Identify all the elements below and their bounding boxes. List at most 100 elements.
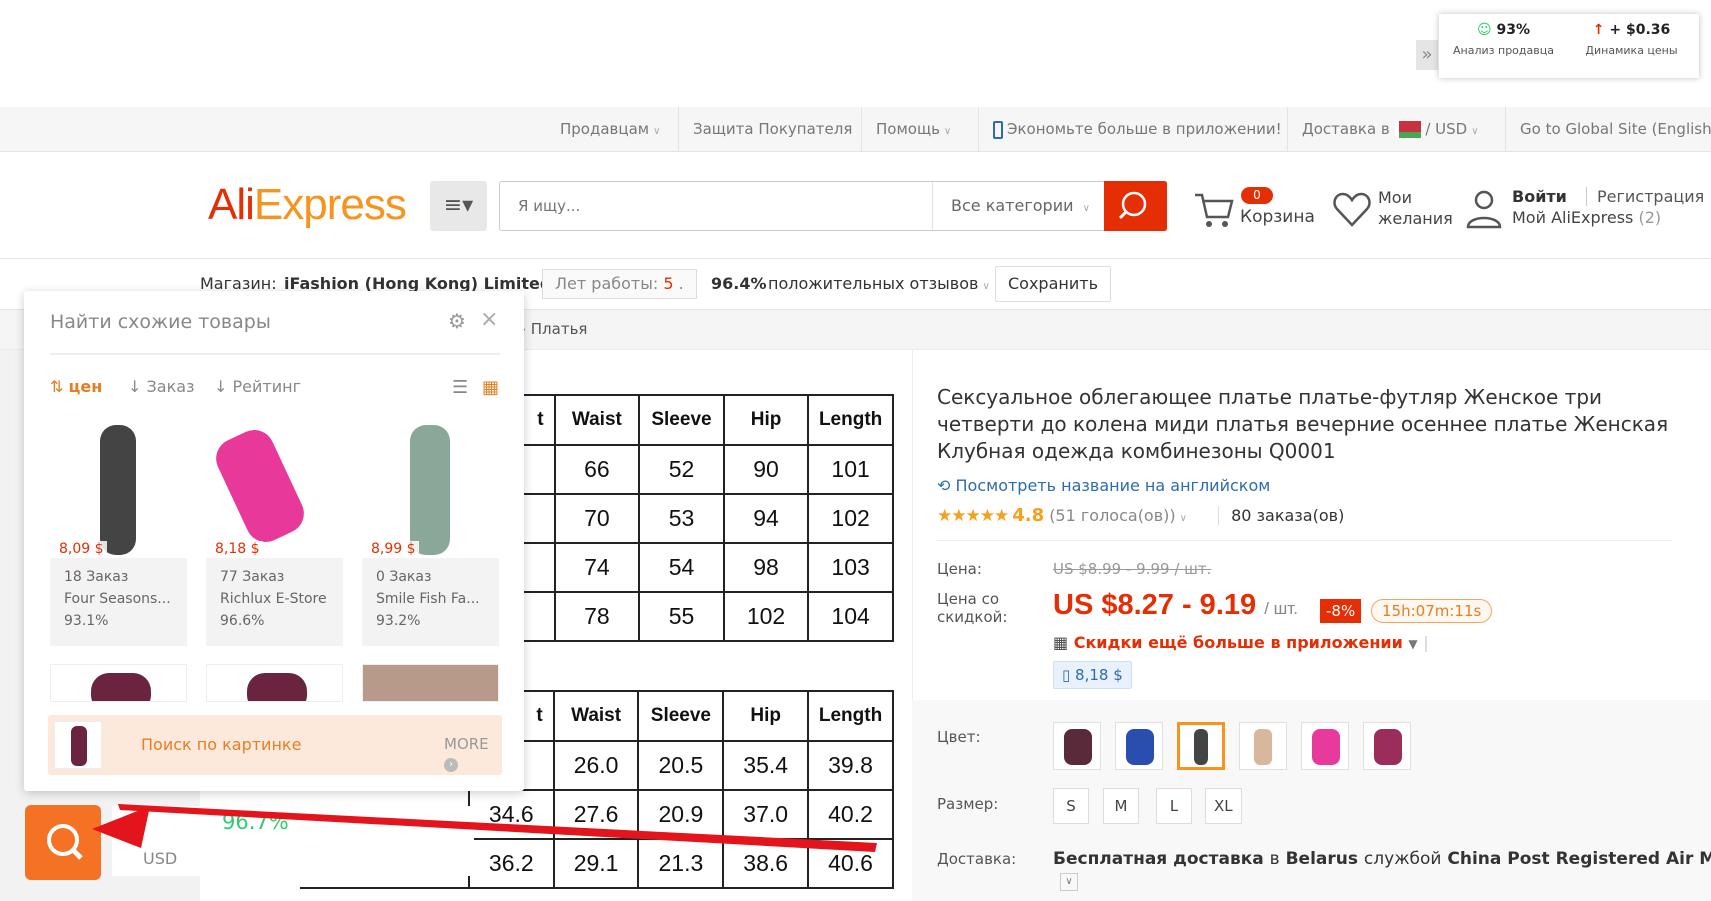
sort-by-orders[interactable]: ↓ Заказ [128,377,195,396]
category-select[interactable]: Все категории ∨ [932,182,1107,230]
table-cell: 90 [722,444,810,495]
shipping-service[interactable]: China Post Registered Air Mail [1447,849,1711,869]
cart-label: Корзина [1240,207,1315,227]
arrow-down-icon: ↓ [128,377,142,396]
countdown-timer: 15h:07m:11s [1371,599,1493,623]
top-nav: Продавцам ∨ Защита Покупателя Помощь ∨ Эко… [0,107,1711,152]
size-option-s[interactable]: S [1053,788,1089,824]
price-dynamics[interactable]: ↑ + $0.36 Динамика цены [1569,22,1694,57]
order-count: 80 заказа(ов) [1218,506,1345,525]
search-input[interactable] [500,182,930,230]
shipping-by: службой [1363,849,1442,869]
discount-price-value: US $8.27 - 9.19 [1053,589,1257,621]
table-cell: 36.2 [467,838,555,889]
rating-row: ★★★★★ 4.8 (51 голоса(ов)) ∨ 80 заказа(ов) [937,505,1345,526]
table-cell: 52 [638,444,725,495]
save-store-button[interactable]: Сохранить [995,266,1111,302]
breadcrumb-item[interactable]: › Платья [520,320,587,338]
similar-item[interactable]: 8,99 $ 0 Заказ Smile Fish Fa... 93.2% [362,421,499,646]
similar-item[interactable]: 8,18 $ 77 Заказ Richlux E-Store 96.6% [206,421,343,646]
table-cell: 27.6 [552,789,640,840]
size-option-xl[interactable]: XL [1205,788,1242,824]
nav-app[interactable]: Экономьте больше в приложении! [978,107,1282,152]
image-search-bar[interactable]: Поиск по картинке MORE › [48,715,502,775]
product-image [206,421,343,558]
nav-buyer-protection[interactable]: Защита Покупателя [678,107,852,152]
similar-search-fab[interactable] [25,805,101,880]
categories-menu-button[interactable]: ≡▾ [430,181,487,231]
gear-icon[interactable]: ⚙ [448,309,466,333]
size-option-l[interactable]: L [1156,788,1192,824]
nav-protection-label: Защита Покупателя [693,120,853,138]
rating-votes[interactable]: (51 голоса(ов)) [1049,506,1175,525]
seller-analysis[interactable]: ☺ 93% Анализ продавца [1441,22,1566,57]
my-aliexpress-link[interactable]: Мой AliExpress (2) [1512,208,1661,227]
chevron-down-icon: ∨ [1471,126,1479,137]
rating-stars: ★★★★★ [937,506,1009,526]
cart[interactable]: 0 Корзина [1192,185,1322,233]
caret-down-icon: ▼ [1408,637,1418,651]
nav-sellers[interactable]: Продавцам ∨ [546,107,660,152]
search-button[interactable] [1104,181,1167,231]
chevron-down-icon: ∨ [943,126,952,137]
store-years-value: 5 [663,274,674,293]
user-icon [1466,190,1502,229]
sort-by-rating[interactable]: ↓ Рейтинг [214,377,301,396]
sort-by-price[interactable]: ⇅ цен [50,377,102,396]
table-cell: 40.2 [807,789,894,840]
nav-sellers-label: Продавцам [560,120,650,138]
aliexpress-logo[interactable]: AliExpress [208,180,407,230]
shipping-label: Доставка: [937,850,1017,868]
app-promo-link[interactable]: ▦ Скидки ещё больше в приложении ▼ | [1053,633,1429,652]
grid-view-icon[interactable]: ▦ [482,377,499,398]
store-feedback-pct: 96.4% [711,274,767,293]
item-rating: 93.1% [64,613,109,629]
table-cell: 54 [638,542,725,593]
discount-badge: -8% [1320,599,1362,623]
seller-analysis-value: 93% [1496,22,1530,38]
size-option-m[interactable]: M [1103,788,1139,824]
size-header: Sleeve [638,394,725,446]
product-image [362,421,499,558]
nav-delivery[interactable]: Доставка в / USD ∨ [1287,107,1479,152]
size-header: Waist [552,690,640,742]
table-cell: 21.3 [637,838,725,889]
chevron-down-icon: ∨ [1179,513,1187,524]
similar-item[interactable] [206,664,343,702]
shipping-expand-button[interactable]: ∨ [1060,873,1078,891]
table-cell: 20.5 [637,740,725,791]
list-view-icon[interactable]: ☰ [452,377,468,398]
english-title-link[interactable]: ⟲ Посмотреть название на английском [937,476,1270,495]
login-link[interactable]: Войти [1512,187,1567,206]
shipping-in: в [1269,849,1280,869]
close-icon[interactable]: × [480,307,498,332]
nav-app-label: Экономьте больше в приложении! [1007,120,1282,138]
chevron-down-icon: ∨ [1065,876,1073,887]
color-swatch[interactable] [1115,722,1163,770]
shipping-country[interactable]: Belarus [1286,849,1358,869]
color-swatch[interactable] [1053,722,1101,770]
color-swatch-selected[interactable] [1177,722,1225,770]
belarus-flag-icon [1394,121,1421,138]
my-aliexpress-label: Мой AliExpress [1512,208,1634,227]
color-swatch[interactable] [1239,722,1287,770]
nav-help[interactable]: Помощь ∨ [861,107,951,152]
chevron-down-icon: ∨ [982,281,990,292]
color-swatch[interactable] [1363,722,1411,770]
wishlist[interactable]: Мои желания [1332,185,1453,233]
discount-price-label: Цена со скидкой: [937,590,1008,626]
store-feedback[interactable]: положительных отзывов ∨ [768,259,990,309]
table-cell: 66 [553,444,641,495]
color-swatch[interactable] [1301,722,1349,770]
register-link[interactable]: Регистрация [1586,187,1704,206]
item-orders: 18 Заказ [64,569,129,585]
shipping-free: Бесплатная доставка [1053,849,1264,869]
more-link[interactable]: MORE › [444,735,502,772]
similar-item[interactable] [50,664,187,702]
nav-global-site[interactable]: Go to Global Site (English) [1505,107,1711,152]
sort-rating-label: Рейтинг [232,377,301,396]
extension-collapse-button[interactable]: » [1416,40,1438,70]
arrow-up-icon: ↑ [1592,22,1605,38]
similar-item[interactable]: 8,09 $ 18 Заказ Four Seasons... 93.1% [50,421,187,646]
similar-item[interactable] [362,664,499,702]
